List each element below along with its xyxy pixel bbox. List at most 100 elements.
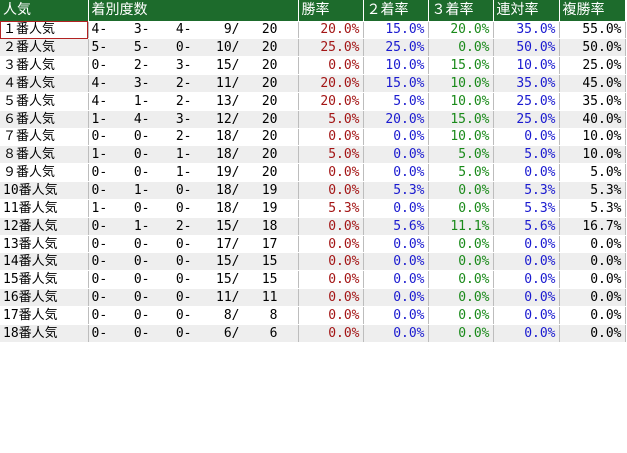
table-row[interactable]: １番人気 4- 3- 4- 9/20 20.0% 15.0% 20.0% 35.0% 55.0% [0,21,626,40]
cell-rentai-rate[interactable]: 5.3% [493,199,560,218]
table-row[interactable]: 15番人気 0- 0- 0- 15/15 0.0% 0.0% 0.0% 0.0% 0.0% [0,270,626,290]
cell-rentai-rate[interactable]: 0.0% [493,324,560,343]
table-row[interactable]: 18番人気 0- 0- 0- 6/6 0.0% 0.0% 0.0% 0.0% 0.0% [0,324,626,343]
cell-win-rate[interactable]: 0.0% [298,252,364,272]
cell-fukusho-rate[interactable]: 40.0% [559,110,626,129]
cell-rank[interactable]: 17番人気 [0,306,89,325]
cell-rentai-rate[interactable]: 50.0% [493,38,560,58]
cell-fukusho-rate[interactable]: 0.0% [559,324,626,343]
cell-fukusho-rate[interactable]: 0.0% [559,235,626,254]
table-row[interactable]: 10番人気 0- 1- 0- 18/19 0.0% 5.3% 0.0% 5.3% 5.3% [0,181,626,200]
cell-rank[interactable]: 18番人気 [0,324,89,343]
cell-rank[interactable]: ３番人気 [0,56,89,76]
cell-second-rate[interactable]: 0.0% [363,128,429,147]
cell-record[interactable]: 0- 0- 1- 19/20 [88,163,299,183]
header-fukusho-rate[interactable]: 複勝率 [559,0,626,22]
cell-third-rate[interactable]: 0.0% [428,288,494,307]
table-row[interactable]: ７番人気 0- 0- 2- 18/20 0.0% 0.0% 10.0% 0.0% 10.0% [0,128,626,147]
cell-record[interactable]: 0- 0- 0- 15/15 [88,252,299,272]
header-second-rate[interactable]: ２着率 [363,0,429,22]
cell-rank[interactable]: ６番人気 [0,110,89,129]
cell-third-rate[interactable]: 5.0% [428,163,494,183]
cell-second-rate[interactable]: 0.0% [363,288,429,307]
table-row[interactable]: ４番人気 4- 3- 2- 11/20 20.0% 15.0% 10.0% 35.0% 45.0% [0,74,626,93]
cell-rentai-rate[interactable]: 0.0% [493,270,560,290]
header-rentai-rate[interactable]: 連対率 [493,0,560,22]
cell-record[interactable]: 0- 2- 3- 15/20 [88,56,299,76]
cell-second-rate[interactable]: 15.0% [363,74,429,93]
cell-win-rate[interactable]: 0.0% [298,128,364,147]
cell-fukusho-rate[interactable]: 45.0% [559,74,626,93]
table-row[interactable]: ９番人気 0- 0- 1- 19/20 0.0% 0.0% 5.0% 0.0% 5.0% [0,163,626,183]
cell-rentai-rate[interactable]: 0.0% [493,288,560,307]
cell-rank[interactable]: 14番人気 [0,252,89,272]
cell-win-rate[interactable]: 20.0% [298,21,364,40]
cell-second-rate[interactable]: 0.0% [363,163,429,183]
cell-win-rate[interactable]: 20.0% [298,74,364,93]
cell-second-rate[interactable]: 0.0% [363,199,429,218]
cell-record[interactable]: 0- 0- 0- 8/8 [88,306,299,325]
cell-rentai-rate[interactable]: 5.3% [493,181,560,200]
cell-rank[interactable]: ４番人気 [0,74,89,93]
cell-rank[interactable]: 10番人気 [0,181,89,200]
cell-win-rate[interactable]: 5.0% [298,110,364,129]
cell-win-rate[interactable]: 0.0% [298,270,364,290]
header-third-rate[interactable]: ３着率 [428,0,494,22]
cell-win-rate[interactable]: 0.0% [298,235,364,254]
cell-second-rate[interactable]: 15.0% [363,21,429,40]
cell-record[interactable]: 1- 0- 0- 18/19 [88,199,299,218]
cell-win-rate[interactable]: 25.0% [298,38,364,58]
cell-second-rate[interactable]: 0.0% [363,235,429,254]
cell-second-rate[interactable]: 25.0% [363,38,429,58]
cell-third-rate[interactable]: 10.0% [428,128,494,147]
cell-record[interactable]: 4- 3- 4- 9/20 [88,21,299,40]
table-row[interactable]: ６番人気 1- 4- 3- 12/20 5.0% 20.0% 15.0% 25.0% 40.0% [0,110,626,129]
cell-record[interactable]: 1- 4- 3- 12/20 [88,110,299,129]
cell-second-rate[interactable]: 0.0% [363,270,429,290]
cell-win-rate[interactable]: 0.0% [298,306,364,325]
cell-rank[interactable]: ２番人気 [0,38,89,58]
table-row[interactable]: 12番人気 0- 1- 2- 15/18 0.0% 5.6% 11.1% 5.6% 16.7% [0,217,626,236]
cell-second-rate[interactable]: 5.3% [363,181,429,200]
table-row[interactable]: ５番人気 4- 1- 2- 13/20 20.0% 5.0% 10.0% 25.0% 35.0% [0,92,626,111]
cell-fukusho-rate[interactable]: 5.3% [559,181,626,200]
cell-second-rate[interactable]: 5.6% [363,217,429,236]
cell-fukusho-rate[interactable]: 50.0% [559,38,626,58]
cell-fukusho-rate[interactable]: 5.3% [559,199,626,218]
cell-win-rate[interactable]: 5.3% [298,199,364,218]
cell-third-rate[interactable]: 0.0% [428,306,494,325]
cell-rank[interactable]: ９番人気 [0,163,89,183]
cell-record[interactable]: 1- 0- 1- 18/20 [88,145,299,165]
cell-record[interactable]: 0- 0- 2- 18/20 [88,128,299,147]
cell-win-rate[interactable]: 0.0% [298,163,364,183]
header-win-rate[interactable]: 勝率 [298,0,364,22]
cell-rentai-rate[interactable]: 10.0% [493,56,560,76]
cell-rentai-rate[interactable]: 0.0% [493,306,560,325]
table-row[interactable]: 13番人気 0- 0- 0- 17/17 0.0% 0.0% 0.0% 0.0% 0.0% [0,235,626,254]
cell-third-rate[interactable]: 0.0% [428,324,494,343]
cell-rank[interactable]: ７番人気 [0,128,89,147]
table-row[interactable]: ２番人気 5- 5- 0- 10/20 25.0% 25.0% 0.0% 50.0% 50.0% [0,38,626,58]
cell-fukusho-rate[interactable]: 10.0% [559,128,626,147]
cell-third-rate[interactable]: 0.0% [428,199,494,218]
cell-win-rate[interactable]: 5.0% [298,145,364,165]
cell-win-rate[interactable]: 20.0% [298,92,364,111]
cell-rentai-rate[interactable]: 0.0% [493,252,560,272]
cell-rank[interactable]: ８番人気 [0,145,89,165]
table-row[interactable]: 16番人気 0- 0- 0- 11/11 0.0% 0.0% 0.0% 0.0% 0.0% [0,288,626,307]
cell-rank[interactable]: 12番人気 [0,217,89,236]
cell-fukusho-rate[interactable]: 10.0% [559,145,626,165]
cell-third-rate[interactable]: 15.0% [428,56,494,76]
cell-third-rate[interactable]: 0.0% [428,252,494,272]
cell-win-rate[interactable]: 0.0% [298,324,364,343]
cell-fukusho-rate[interactable]: 35.0% [559,92,626,111]
cell-record[interactable]: 0- 0- 0- 6/6 [88,324,299,343]
cell-rentai-rate[interactable]: 0.0% [493,128,560,147]
cell-rentai-rate[interactable]: 5.0% [493,145,560,165]
table-row[interactable]: ８番人気 1- 0- 1- 18/20 5.0% 0.0% 5.0% 5.0% 10.0% [0,145,626,165]
cell-rank[interactable]: １番人気 [0,21,89,40]
cell-second-rate[interactable]: 0.0% [363,306,429,325]
header-rank[interactable]: 人気 [0,0,89,22]
table-row[interactable]: ３番人気 0- 2- 3- 15/20 0.0% 10.0% 15.0% 10.0% 25.0% [0,56,626,76]
cell-rentai-rate[interactable]: 25.0% [493,92,560,111]
